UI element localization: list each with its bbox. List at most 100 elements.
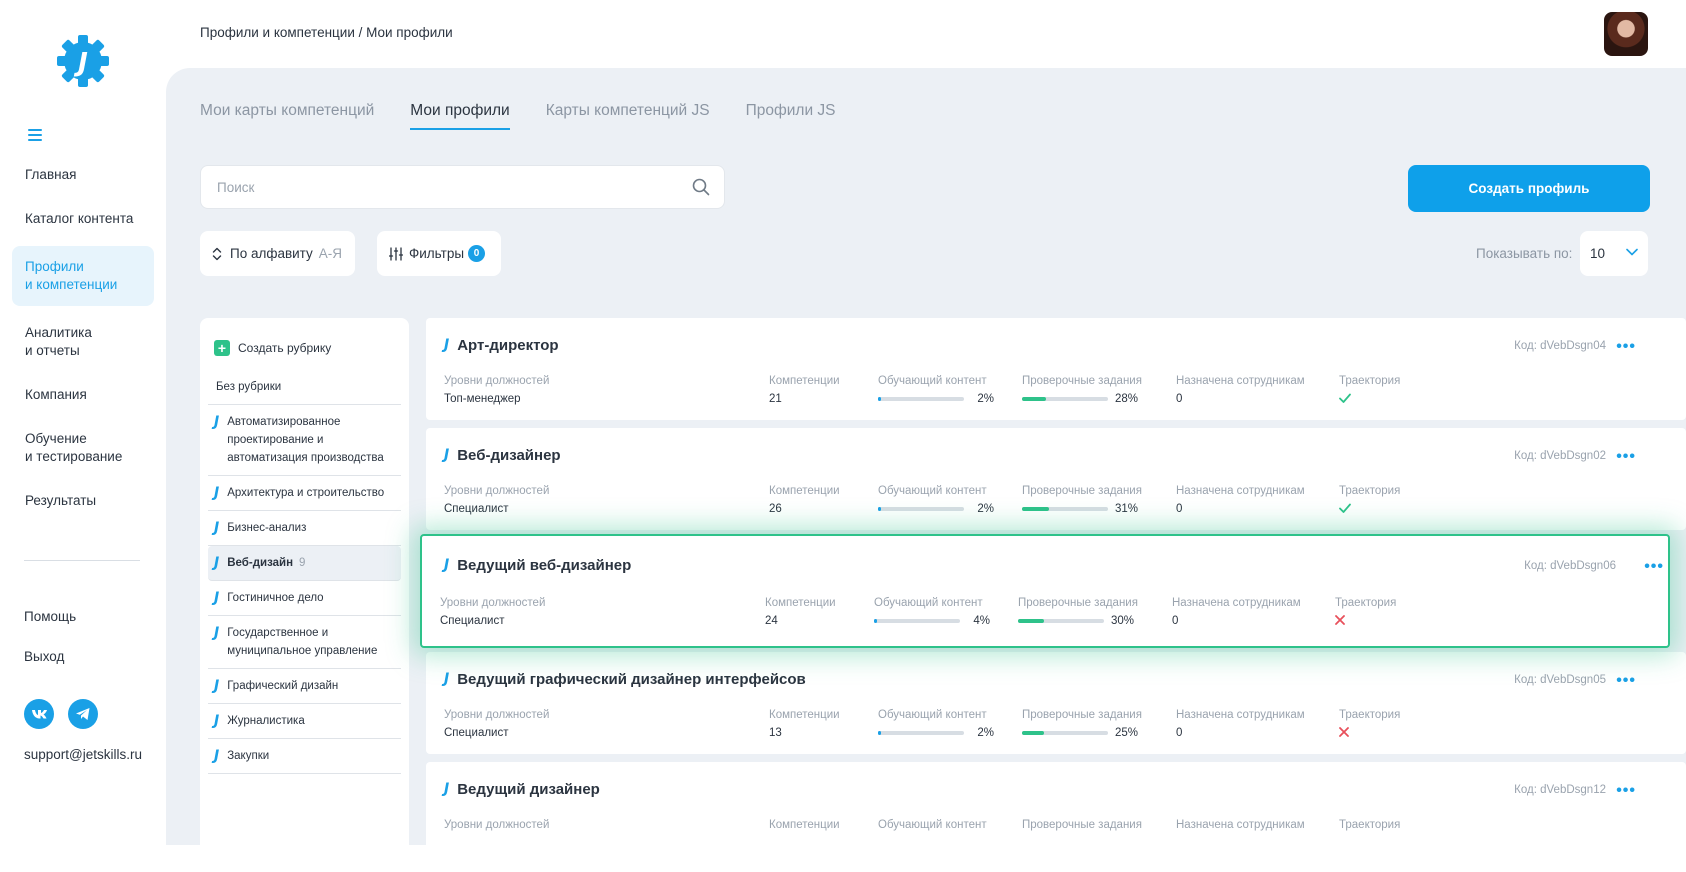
more-options-icon[interactable]: ••• xyxy=(1616,338,1636,356)
j-brand-icon: J xyxy=(444,447,450,463)
assigned-value[interactable]: 0 xyxy=(1176,503,1305,515)
rubric-item-none[interactable]: Без рубрики xyxy=(208,370,401,405)
j-brand-icon: J xyxy=(444,781,450,797)
tab-js-profiles[interactable]: Профили JS xyxy=(746,102,836,130)
tasks-progress-fill xyxy=(1022,507,1049,511)
profiles-list: J Арт-директор Код: dVebDsgn04 ••• Уровн… xyxy=(420,318,1686,872)
col-competencies: Компетенции 26 xyxy=(769,485,840,515)
profile-title[interactable]: Ведущий дизайнер xyxy=(457,781,600,798)
tasks-percent: 31% xyxy=(1114,503,1138,515)
col-tasks: Проверочные задания 30% xyxy=(1018,597,1138,627)
profile-card[interactable]: J Ведущий графический дизайнер интерфейс… xyxy=(426,652,1686,754)
sidebar-item-results[interactable]: Результаты xyxy=(12,484,154,518)
profile-title[interactable]: Веб-дизайнер xyxy=(457,447,560,464)
j-brand-icon: J xyxy=(444,671,450,687)
assigned-value[interactable]: 0 xyxy=(1176,727,1305,739)
more-options-icon[interactable]: ••• xyxy=(1616,782,1636,800)
profile-code: Код: dVebDsgn12 xyxy=(1514,784,1606,796)
col-tasks: Проверочные задания 28% xyxy=(1022,375,1142,405)
more-options-icon[interactable]: ••• xyxy=(1644,558,1664,576)
sidebar-item-company[interactable]: Компания xyxy=(12,378,154,412)
assigned-value[interactable]: 0 xyxy=(1176,393,1305,405)
filters-button[interactable]: Фильтры 0 xyxy=(377,231,501,276)
assigned-value[interactable]: 0 xyxy=(1172,615,1301,627)
rubric-item[interactable]: J Журналистика xyxy=(208,704,401,739)
rubric-item[interactable]: J Автоматизированное проектирование и ав… xyxy=(208,405,401,476)
vk-icon[interactable] xyxy=(24,699,54,729)
profile-card[interactable]: J Ведущий дизайнер Код: dVebDsgn12 ••• У… xyxy=(426,762,1686,864)
profile-card-highlighted[interactable]: J Ведущий веб-дизайнер Код: dVebDsgn06 •… xyxy=(420,534,1670,648)
content-progress-bar xyxy=(874,619,960,623)
profile-title[interactable]: Ведущий веб-дизайнер xyxy=(457,557,631,574)
j-brand-icon: J xyxy=(444,557,450,573)
col-levels: Уровни должностей Специалист xyxy=(440,597,545,627)
sidebar-item-home[interactable]: Главная xyxy=(12,158,154,192)
tab-js-competency-maps[interactable]: Карты компетенций JS xyxy=(546,102,710,130)
col-label: Компетенции xyxy=(769,819,840,831)
page-size-select[interactable]: 10 xyxy=(1580,231,1648,276)
rubric-item[interactable]: J Гостиничное дело xyxy=(208,581,401,616)
tab-my-competency-maps[interactable]: Мои карты компетенций xyxy=(200,102,374,130)
main-panel: Мои карты компетенций Мои профили Карты … xyxy=(166,68,1686,864)
content-progress-bar xyxy=(878,397,964,401)
profile-title-wrap: J Веб-дизайнер xyxy=(444,446,561,464)
logout-link[interactable]: Выход xyxy=(24,649,76,664)
col-levels: Уровни должностей Специалист xyxy=(444,485,549,515)
sidebar-item-catalog[interactable]: Каталог контента xyxy=(12,202,154,236)
col-label: Компетенции xyxy=(769,375,840,387)
j-brand-icon: J xyxy=(214,485,220,501)
profile-code: Код: dVebDsgn04 xyxy=(1514,340,1606,352)
create-rubric-button[interactable]: + Создать рубрику xyxy=(200,318,409,356)
rubric-item[interactable]: J Графический дизайн xyxy=(208,669,401,704)
create-profile-button[interactable]: Создать профиль xyxy=(1408,165,1650,212)
profile-card[interactable]: J Арт-директор Код: dVebDsgn04 ••• Уровн… xyxy=(426,318,1686,420)
col-label: Траектория xyxy=(1335,597,1397,609)
col-content: Обучающий контент xyxy=(878,819,987,837)
profile-title[interactable]: Ведущий графический дизайнер интерфейсов xyxy=(457,671,806,688)
rubric-item[interactable]: J Закупки xyxy=(208,739,401,774)
check-icon xyxy=(1339,503,1400,513)
col-label: Обучающий контент xyxy=(874,597,983,609)
tasks-percent: 28% xyxy=(1114,393,1138,405)
sidebar-item-profiles[interactable]: Профили и компетенции xyxy=(12,246,154,306)
content-percent: 2% xyxy=(977,727,994,739)
sort-label: По алфавиту xyxy=(230,246,313,261)
rubric-item-active[interactable]: J Веб-дизайн 9 xyxy=(208,546,401,581)
content-progress: 2% xyxy=(878,727,994,739)
sort-button[interactable]: По алфавиту А-Я xyxy=(200,231,355,276)
col-assigned: Назначена сотрудникам xyxy=(1176,819,1305,837)
more-options-icon[interactable]: ••• xyxy=(1616,672,1636,690)
search-icon[interactable] xyxy=(692,178,710,196)
col-assigned: Назначена сотрудникам 0 xyxy=(1176,485,1305,515)
rubric-item[interactable]: J Государственное и муниципальное управл… xyxy=(208,616,401,669)
rubrics-panel: + Создать рубрику Без рубрики J Автомати… xyxy=(200,318,409,845)
user-avatar[interactable] xyxy=(1604,12,1648,56)
rubric-label: Гостиничное дело xyxy=(227,592,324,604)
jetskills-logo-icon[interactable]: J xyxy=(55,33,111,89)
col-trajectory: Траектория xyxy=(1339,485,1400,513)
profile-code: Код: dVebDsgn05 xyxy=(1514,674,1606,686)
competencies-value: 26 xyxy=(769,503,782,515)
j-brand-icon: J xyxy=(214,678,220,694)
help-link[interactable]: Помощь xyxy=(24,609,76,624)
tasks-progress: 31% xyxy=(1022,503,1142,515)
sidebar-item-analytics[interactable]: Аналитика и отчеты xyxy=(12,316,154,368)
rubric-item[interactable]: J Архитектура и строительство xyxy=(208,476,401,511)
profile-title[interactable]: Арт-директор xyxy=(457,337,558,354)
col-assigned: Назначена сотрудникам 0 xyxy=(1176,375,1305,405)
rubric-item[interactable]: J Бизнес-анализ xyxy=(208,511,401,546)
search-input[interactable] xyxy=(201,166,661,208)
col-label: Уровни должностей xyxy=(440,597,546,609)
menu-burger-icon[interactable] xyxy=(28,129,42,141)
profile-card[interactable]: J Веб-дизайнер Код: dVebDsgn02 ••• Уровн… xyxy=(426,428,1686,530)
more-options-icon[interactable]: ••• xyxy=(1616,448,1636,466)
sidebar-item-learning[interactable]: Обучение и тестирование xyxy=(12,422,154,474)
rubric-list: Без рубрики J Автоматизированное проекти… xyxy=(208,370,401,774)
col-label: Проверочные задания xyxy=(1022,709,1142,721)
tab-my-profiles[interactable]: Мои профили xyxy=(410,102,510,130)
col-label: Проверочные задания xyxy=(1022,819,1142,831)
support-email[interactable]: support@jetskills.ru xyxy=(24,747,142,762)
col-label: Назначена сотрудникам xyxy=(1176,485,1305,497)
filters-count-badge: 0 xyxy=(468,245,486,262)
telegram-icon[interactable] xyxy=(68,699,98,729)
